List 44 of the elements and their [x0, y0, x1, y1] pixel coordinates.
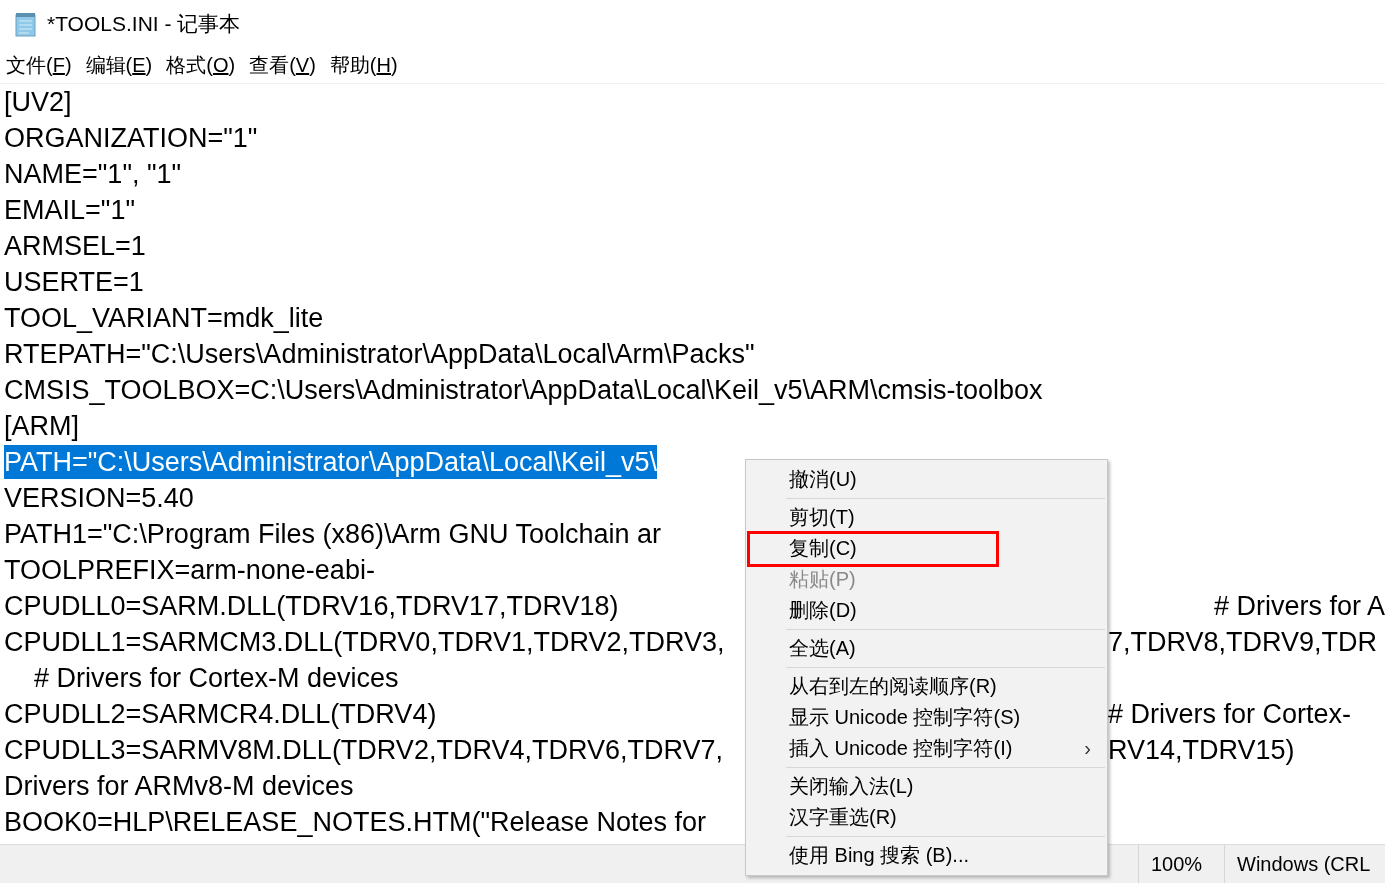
- menu-item[interactable]: 显示 Unicode 控制字符(S): [746, 702, 1107, 733]
- text-line: CPUDLL0=SARM.DLL(TDRV16,TDRV17,TDRV18): [4, 590, 619, 623]
- text-line: RV14,TDRV15): [1108, 734, 1295, 766]
- text-line: ARMSEL=1: [4, 230, 146, 263]
- menu-item[interactable]: 格式(O): [166, 52, 236, 79]
- text-line: NAME="1", "1": [4, 158, 182, 191]
- menu-item[interactable]: 帮助(H): [329, 52, 398, 79]
- zoom-level: 100%: [1138, 845, 1224, 883]
- menu-item[interactable]: 文件(F): [6, 52, 72, 79]
- menu-item[interactable]: 查看(V): [249, 52, 316, 79]
- menu-item[interactable]: 复制(C): [746, 533, 1107, 564]
- menu-item[interactable]: 剪切(T): [746, 502, 1107, 533]
- menu-item[interactable]: 汉字重选(R): [746, 802, 1107, 833]
- text-line: EMAIL="1": [4, 194, 135, 227]
- text-line: PATH1="C:\Program Files (x86)\Arm GNU Toolchain ar: [4, 518, 662, 551]
- line-ending: Windows (CRL: [1224, 845, 1385, 883]
- text-line: BOOK0=HLP\RELEASE_NOTES.HTM("Release Notes for: [4, 806, 707, 839]
- menu-item[interactable]: 撤消(U): [746, 464, 1107, 495]
- notepad-icon: [13, 11, 39, 37]
- text-line: # Drivers for Cortex-: [1108, 698, 1352, 730]
- text-line: VERSION=5.40: [4, 482, 194, 515]
- text-line: # Drivers for Cortex-M devices: [33, 662, 399, 695]
- text-line: USERTE=1: [4, 266, 144, 299]
- menu-item[interactable]: 编辑(E): [85, 52, 153, 79]
- menu-item[interactable]: 删除(D): [746, 595, 1107, 626]
- menu-item[interactable]: 插入 Unicode 控制字符(I) ›: [746, 733, 1107, 764]
- text-line: TOOLPREFIX=arm-none-eabi-: [4, 554, 375, 587]
- text-line: [ARM]: [4, 410, 79, 443]
- text-line: CPUDLL3=SARMV8M.DLL(TDRV2,TDRV4,TDRV6,TDRV7,: [4, 734, 723, 767]
- text-line: CPUDLL1=SARMCM3.DLL(TDRV0,TDRV1,TDRV2,TDRV3,: [4, 626, 725, 659]
- text-line: CPUDLL2=SARMCR4.DLL(TDRV4): [4, 698, 437, 731]
- text-line: RTEPATH="C:\Users\Administrator\AppData\Local\Arm\Packs": [4, 338, 755, 371]
- menu-item[interactable]: 使用 Bing 搜索 (B)...: [746, 840, 1107, 871]
- menu-item[interactable]: 从右到左的阅读顺序(R): [746, 671, 1107, 702]
- text-line: 7,TDRV8,TDRV9,TDR: [1108, 626, 1378, 658]
- window-title: *TOOLS.INI - 记事本: [47, 11, 241, 37]
- text-line: TOOL_VARIANT=mdk_lite: [4, 302, 324, 335]
- menu-item[interactable]: 关闭输入法(L): [746, 771, 1107, 802]
- text-line: CMSIS_TOOLBOX=C:\Users\Administrator\AppData\Local\Keil_v5\ARM\cmsis-toolbox: [4, 374, 1043, 407]
- text-line: Drivers for ARMv8-M devices: [4, 770, 354, 803]
- text-line: # Drivers for A: [1213, 590, 1385, 622]
- text-line: ORGANIZATION="1": [4, 122, 258, 155]
- text-line: [UV2]: [4, 86, 72, 119]
- menu-item[interactable]: 全选(A): [746, 633, 1107, 664]
